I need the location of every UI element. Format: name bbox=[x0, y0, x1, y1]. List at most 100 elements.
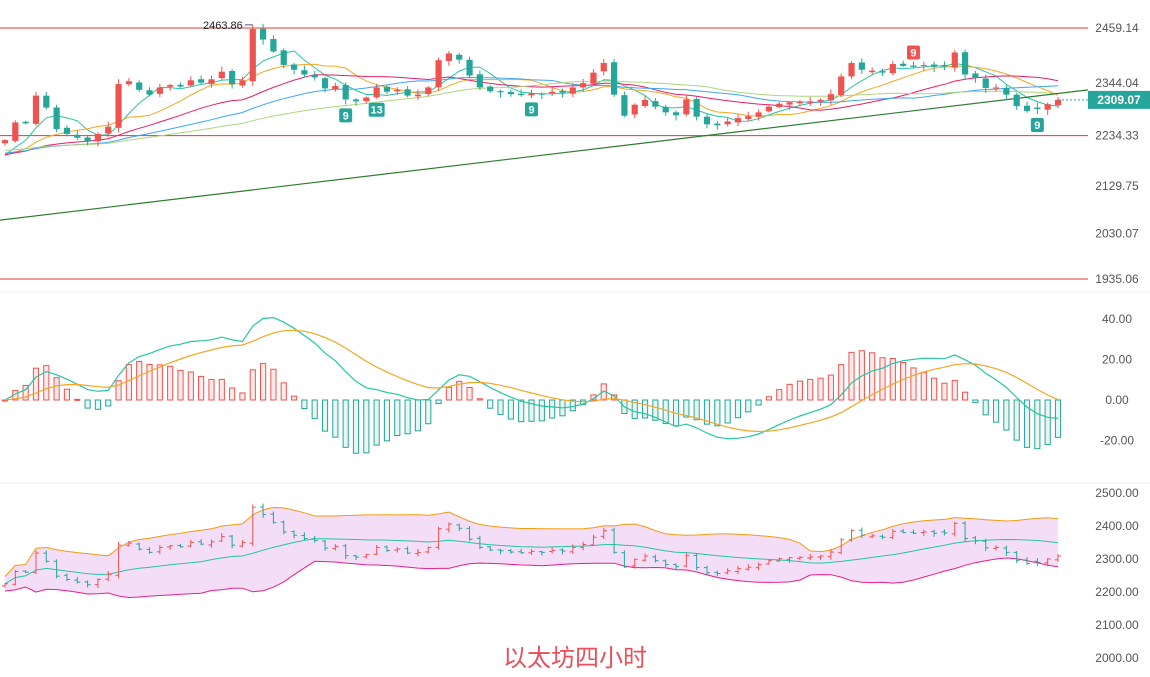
macd-histogram-bar bbox=[1034, 399, 1041, 450]
candle-body bbox=[249, 29, 256, 82]
price-tick-label: 2344.04 bbox=[1095, 76, 1139, 90]
candle-body bbox=[569, 87, 576, 94]
candle-body bbox=[693, 99, 700, 117]
macd-histogram-bar bbox=[817, 377, 824, 401]
candle-body bbox=[652, 101, 659, 107]
macd-histogram-bar bbox=[910, 367, 917, 401]
candle-body bbox=[394, 89, 401, 92]
price-tick-label: 2129.75 bbox=[1095, 179, 1139, 193]
candle-body bbox=[745, 116, 752, 120]
macd-histogram-bar bbox=[260, 363, 267, 401]
candle-body bbox=[270, 39, 277, 52]
candle-body bbox=[1, 140, 9, 144]
price-tick-label: 2459.14 bbox=[1095, 21, 1139, 35]
macd-panel[interactable]: 40.00 20.00 0.00 -20.00 bbox=[1, 312, 1134, 454]
td-marker-label: 9 bbox=[528, 104, 534, 116]
macd-histogram-bar bbox=[394, 399, 401, 436]
price-tick-label: 2030.07 bbox=[1095, 226, 1139, 240]
macd-histogram-bar bbox=[342, 399, 349, 448]
macd-histogram-bar bbox=[982, 399, 989, 416]
macd-histogram-bar bbox=[84, 399, 91, 409]
macd-histogram-bar bbox=[848, 351, 855, 401]
macd-histogram-bar bbox=[414, 399, 422, 432]
candle-body bbox=[807, 101, 814, 103]
macd-histogram-bar bbox=[352, 399, 360, 454]
macd-histogram-bar bbox=[507, 399, 514, 420]
price-axis: 2459.14 2344.04 2234.33 2129.75 2030.07 1935.… bbox=[1058, 21, 1150, 286]
macd-histogram-bar bbox=[167, 365, 174, 401]
candle-body bbox=[631, 104, 638, 115]
macd-histogram-bar bbox=[249, 369, 256, 401]
macd-histogram-bar bbox=[755, 399, 762, 406]
bollinger-tick-label: 2200.00 bbox=[1095, 585, 1139, 599]
macd-histogram-bar bbox=[683, 399, 690, 418]
candle-body bbox=[1054, 99, 1062, 106]
macd-histogram-bar bbox=[1044, 399, 1051, 446]
candle-body bbox=[992, 87, 1000, 89]
macd-histogram-bar bbox=[1013, 399, 1020, 441]
candle-body bbox=[136, 82, 143, 90]
macd-histogram-bar bbox=[951, 379, 958, 401]
candle-body bbox=[63, 127, 71, 134]
candle-body bbox=[74, 134, 81, 138]
candle-body bbox=[951, 52, 958, 68]
macd-histogram-bar bbox=[972, 399, 979, 403]
macd-histogram-bar bbox=[538, 399, 545, 422]
candle-body bbox=[363, 97, 370, 102]
candle-body bbox=[239, 80, 246, 86]
candle-body bbox=[1013, 94, 1020, 107]
candle-body bbox=[559, 90, 566, 93]
current-price-label: 2309.07 bbox=[1097, 93, 1141, 107]
candle-body bbox=[125, 81, 132, 85]
macd-histogram-bar bbox=[714, 399, 721, 427]
macd-histogram-bar bbox=[301, 399, 308, 410]
candle-body bbox=[621, 95, 628, 116]
price-tick-label: 2234.33 bbox=[1095, 129, 1139, 143]
bollinger-tick-label: 2500.00 bbox=[1095, 486, 1139, 500]
candle-body bbox=[941, 64, 948, 67]
candle-body bbox=[796, 101, 804, 104]
candle-body bbox=[218, 71, 225, 79]
candle-body bbox=[311, 74, 318, 78]
price-panel[interactable]: 9 13 9 9 9 2463.86 2459.14 2344.04 2234.33 2129.… bbox=[0, 20, 1150, 286]
candle-body bbox=[259, 28, 267, 40]
candle-body bbox=[198, 79, 205, 83]
td-marker-label: 9 bbox=[343, 110, 349, 122]
candle-body bbox=[1023, 105, 1031, 111]
candle-body bbox=[580, 83, 587, 88]
candle-body bbox=[920, 64, 927, 66]
macd-histogram-bar bbox=[879, 357, 886, 401]
candle-body bbox=[456, 54, 463, 60]
candle-body bbox=[177, 84, 184, 87]
macd-histogram-bar bbox=[693, 399, 700, 421]
candle-body bbox=[683, 99, 690, 115]
candle-body bbox=[445, 53, 453, 61]
macd-histogram-bar bbox=[187, 371, 194, 401]
candle-body bbox=[869, 70, 876, 73]
candle-body bbox=[32, 95, 40, 124]
candle-body bbox=[858, 62, 865, 70]
candle-body bbox=[94, 133, 102, 142]
candle-body bbox=[476, 74, 483, 88]
candle-body bbox=[53, 107, 60, 130]
macd-histogram-bar bbox=[466, 386, 473, 401]
candle-body bbox=[961, 52, 969, 75]
bollinger-tick-label: 2100.00 bbox=[1095, 618, 1139, 632]
macd-histogram-bar bbox=[332, 399, 339, 438]
macd-histogram-bar bbox=[177, 369, 184, 401]
macd-axis: 40.00 20.00 0.00 -20.00 bbox=[1100, 312, 1134, 448]
macd-histogram-bar bbox=[290, 395, 298, 401]
candle-body bbox=[600, 63, 607, 72]
macd-histogram-bar bbox=[125, 364, 132, 401]
td-marker-label: 13 bbox=[371, 105, 383, 117]
trading-chart[interactable]: 9 13 9 9 9 2463.86 2459.14 2344.04 2234.33 2129.… bbox=[0, 0, 1150, 677]
macd-histogram-bar bbox=[518, 399, 525, 423]
macd-histogram-bar bbox=[487, 399, 494, 409]
macd-histogram-bar bbox=[94, 399, 101, 410]
macd-histogram-bar bbox=[900, 362, 907, 401]
candle-body bbox=[889, 63, 896, 74]
candle-body bbox=[466, 59, 473, 76]
candle-body bbox=[765, 106, 773, 112]
macd-histogram-bar bbox=[1003, 399, 1010, 431]
candle-body bbox=[12, 122, 19, 141]
